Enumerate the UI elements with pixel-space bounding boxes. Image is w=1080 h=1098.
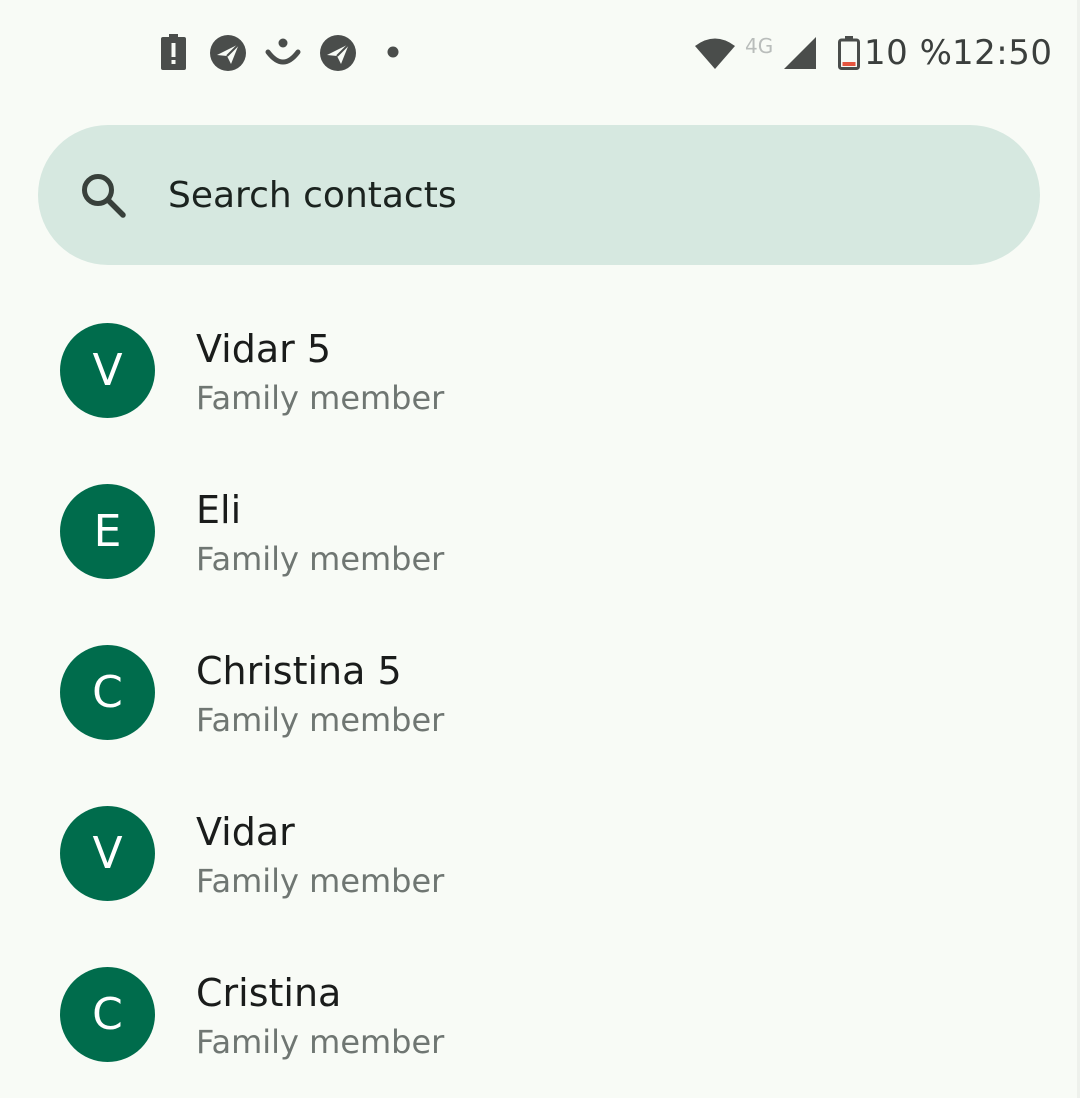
avatar: V [60,806,155,901]
battery-level-fill [842,62,856,66]
search-input[interactable]: Search contacts [168,174,457,218]
smile-notification-icon [265,38,301,65]
app-notification-icon [210,35,246,71]
battery-alert-icon [161,34,186,70]
network-type-label: 4G [745,34,774,58]
battery-icon [838,36,860,70]
status-bar: 4G 10 % 12:50 [0,0,1080,105]
search-icon[interactable] [78,170,128,220]
contact-name: Eli [196,488,242,532]
app-notification-icon [320,35,356,71]
contact-row[interactable]: E Eli Family member [0,451,1080,612]
contact-name: Vidar [196,810,295,854]
avatar: C [60,967,155,1062]
avatar: E [60,484,155,579]
contact-relation: Family member [196,862,445,900]
avatar: V [60,323,155,418]
clock: 12:50 [952,33,1053,73]
battery-percent: 10 % [864,33,953,73]
contact-list: V Vidar 5 Family member E Eli Family mem… [0,290,1080,1095]
contact-relation: Family member [196,540,445,578]
contact-row[interactable]: V Vidar Family member [0,773,1080,934]
contact-row[interactable]: C Christina 5 Family member [0,612,1080,773]
contact-row[interactable]: V Vidar 5 Family member [0,290,1080,451]
contact-name: Cristina [196,971,342,1015]
contact-relation: Family member [196,1023,445,1061]
contact-relation: Family member [196,379,445,417]
contact-row[interactable]: C Cristina Family member [0,934,1080,1095]
contact-relation: Family member [196,701,445,739]
avatar: C [60,645,155,740]
cell-signal-icon [784,37,816,69]
wifi-icon [695,38,735,69]
more-notifications-dot-icon [387,46,399,58]
contact-name: Vidar 5 [196,327,332,371]
contact-name: Christina 5 [196,649,402,693]
